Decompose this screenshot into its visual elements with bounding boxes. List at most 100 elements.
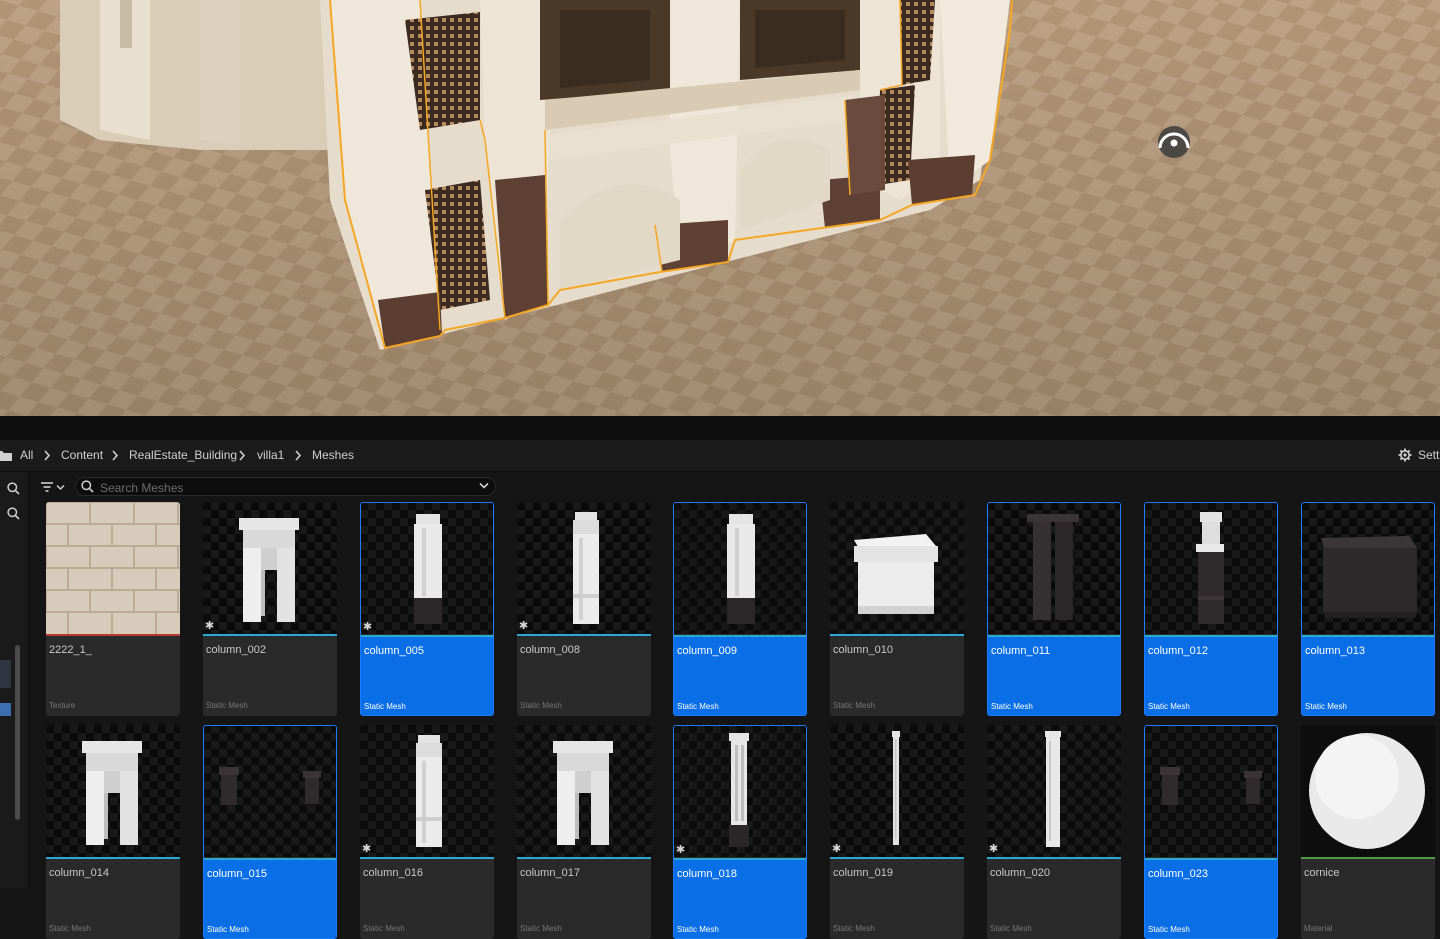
breadcrumb-all[interactable]: All xyxy=(20,448,33,462)
asset-thumbnail xyxy=(204,726,336,857)
breadcrumb-villa1[interactable]: villa1 xyxy=(257,448,284,462)
asset-type: Static Mesh xyxy=(1148,702,1190,711)
search-icon xyxy=(81,480,94,493)
asset-name: column_020 xyxy=(990,867,1050,879)
asset-name: column_023 xyxy=(1148,868,1208,880)
asset-type: Static Mesh xyxy=(677,702,719,711)
asset-label-area: column_010 Static Mesh xyxy=(830,636,964,716)
star-icon[interactable]: ✱ xyxy=(676,845,685,856)
asset-tile[interactable]: column_023 Static Mesh xyxy=(1144,725,1278,939)
filter-button[interactable] xyxy=(40,479,68,495)
asset-thumbnail xyxy=(830,725,964,857)
asset-label-area: 2222_1_ Texture xyxy=(46,636,180,716)
sidebar-collapsed-tab[interactable] xyxy=(0,660,11,688)
asset-tile[interactable]: column_015 Static Mesh xyxy=(203,725,337,939)
search-input[interactable] xyxy=(98,478,472,497)
asset-type: Static Mesh xyxy=(677,925,719,934)
asset-tile[interactable]: ✱ column_016 Static Mesh xyxy=(360,725,494,939)
breadcrumb-meshes[interactable]: Meshes xyxy=(312,448,354,462)
breadcrumb-content[interactable]: Content xyxy=(61,448,103,462)
content-browser-path-bar: All Content RealEstate_Building villa1 M… xyxy=(0,440,1440,472)
asset-name: column_019 xyxy=(833,867,893,879)
viewport-scene xyxy=(0,0,1440,416)
chevron-right-icon xyxy=(112,450,119,461)
asset-name: column_008 xyxy=(520,644,580,656)
asset-type: Static Mesh xyxy=(206,701,248,710)
asset-name: column_015 xyxy=(207,868,267,880)
chevron-right-icon xyxy=(295,450,302,461)
asset-thumbnail xyxy=(830,502,964,634)
sidebar-selected-tab[interactable] xyxy=(0,703,11,716)
asset-thumbnail xyxy=(674,726,806,857)
asset-name: cornice xyxy=(1304,867,1340,879)
asset-tile[interactable]: ✱ column_008 Static Mesh xyxy=(517,502,651,716)
asset-thumbnail xyxy=(46,725,180,857)
gear-icon xyxy=(1398,448,1412,462)
asset-label-area: column_014 Static Mesh xyxy=(46,859,180,939)
folder-icon[interactable] xyxy=(0,450,12,461)
asset-name: column_013 xyxy=(1305,645,1365,657)
asset-label-area: column_017 Static Mesh xyxy=(517,859,651,939)
asset-tile[interactable]: 2222_1_ Texture xyxy=(46,502,180,716)
asset-thumbnail xyxy=(1145,726,1277,857)
settings-button[interactable]: Sett xyxy=(1398,448,1439,462)
asset-type: Static Mesh xyxy=(520,924,562,933)
chevron-right-icon xyxy=(239,450,246,461)
star-icon[interactable]: ✱ xyxy=(832,844,841,855)
asset-tile[interactable]: column_014 Static Mesh xyxy=(46,725,180,939)
level-viewport[interactable] xyxy=(0,0,1440,416)
asset-thumbnail xyxy=(988,503,1120,634)
asset-label-area: column_020 Static Mesh xyxy=(987,859,1121,939)
sidebar-search-button-2[interactable] xyxy=(0,502,26,524)
asset-name: column_016 xyxy=(363,867,423,879)
asset-label-area: column_019 Static Mesh xyxy=(830,859,964,939)
star-icon[interactable]: ✱ xyxy=(362,844,371,855)
asset-thumbnail xyxy=(361,503,493,634)
light-actor-icon xyxy=(1158,126,1190,158)
asset-type: Static Mesh xyxy=(990,924,1032,933)
asset-tile[interactable]: ✱ column_020 Static Mesh xyxy=(987,725,1121,939)
asset-thumbnail xyxy=(203,502,337,634)
asset-tile[interactable]: column_011 Static Mesh xyxy=(987,502,1121,716)
chevron-down-icon[interactable] xyxy=(479,482,489,490)
asset-type: Static Mesh xyxy=(833,701,875,710)
asset-tile[interactable]: cornice Material xyxy=(1301,725,1435,939)
asset-type: Static Mesh xyxy=(991,702,1033,711)
asset-name: column_014 xyxy=(49,867,109,879)
breadcrumb-realestate-building[interactable]: RealEstate_Building xyxy=(129,448,237,462)
asset-tile[interactable]: ✱ column_005 Static Mesh xyxy=(360,502,494,716)
asset-tile[interactable]: ✱ column_002 Static Mesh xyxy=(203,502,337,716)
asset-tile[interactable]: column_012 Static Mesh xyxy=(1144,502,1278,716)
asset-name: column_017 xyxy=(520,867,580,879)
asset-name: column_002 xyxy=(206,644,266,656)
asset-thumbnail xyxy=(987,725,1121,857)
asset-name: column_010 xyxy=(833,644,893,656)
asset-thumbnail xyxy=(1301,725,1435,857)
asset-thumbnail xyxy=(360,725,494,857)
asset-tile[interactable]: column_010 Static Mesh xyxy=(830,502,964,716)
star-icon[interactable]: ✱ xyxy=(989,844,998,855)
asset-tile[interactable]: ✱ column_018 Static Mesh xyxy=(673,725,807,939)
asset-label-area: column_015 Static Mesh xyxy=(204,860,336,938)
search-box[interactable] xyxy=(75,477,496,497)
asset-label-area: column_018 Static Mesh xyxy=(674,860,806,938)
sidebar-search-button[interactable] xyxy=(0,477,26,499)
asset-label-area: column_008 Static Mesh xyxy=(517,636,651,716)
asset-tile[interactable]: column_009 Static Mesh xyxy=(673,502,807,716)
asset-thumbnail xyxy=(674,503,806,634)
chevron-right-icon xyxy=(44,450,51,461)
asset-thumbnail xyxy=(517,502,651,634)
asset-name: column_012 xyxy=(1148,645,1208,657)
asset-tile[interactable]: column_013 Static Mesh xyxy=(1301,502,1435,716)
asset-tile[interactable]: ✱ column_019 Static Mesh xyxy=(830,725,964,939)
star-icon[interactable]: ✱ xyxy=(205,621,214,632)
filter-icon xyxy=(41,482,53,492)
asset-label-area: column_012 Static Mesh xyxy=(1145,637,1277,715)
star-icon[interactable]: ✱ xyxy=(363,622,372,633)
asset-name: 2222_1_ xyxy=(49,644,92,656)
asset-label-area: column_002 Static Mesh xyxy=(203,636,337,716)
asset-type: Material xyxy=(1304,924,1333,933)
sidebar-scrollbar[interactable] xyxy=(15,645,20,820)
asset-tile[interactable]: column_017 Static Mesh xyxy=(517,725,651,939)
star-icon[interactable]: ✱ xyxy=(519,621,528,632)
